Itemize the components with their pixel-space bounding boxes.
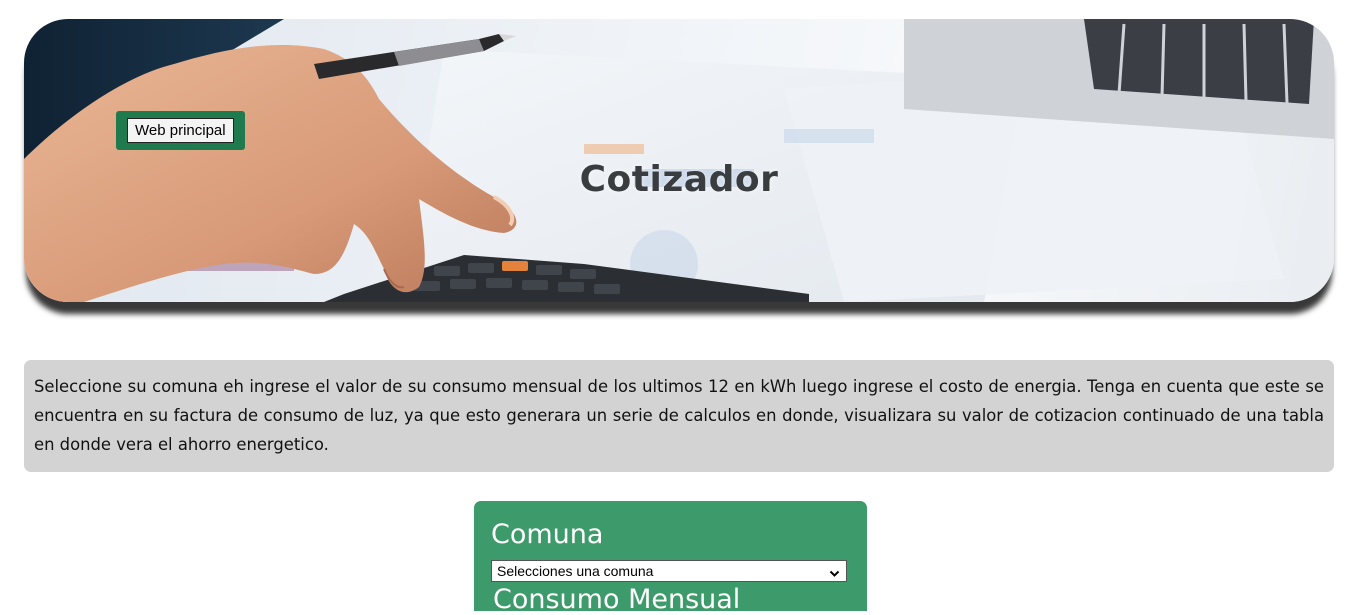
- nav-container: Web principal: [116, 111, 245, 150]
- chevron-down-icon: [829, 566, 840, 577]
- page-title: Cotizador: [579, 159, 779, 200]
- comuna-label: Comuna: [491, 519, 604, 550]
- consumo-mensual-label: Consumo Mensual: [493, 584, 741, 615]
- web-principal-button[interactable]: Web principal: [127, 118, 234, 143]
- instructions-panel: Seleccione su comuna eh ingrese el valor…: [24, 360, 1334, 472]
- hero-banner: Web principal Cotizador: [24, 19, 1334, 302]
- instructions-text: Seleccione su comuna eh ingrese el valor…: [34, 377, 1324, 454]
- comuna-select-value: Selecciones una comuna: [497, 563, 654, 579]
- comuna-select[interactable]: Selecciones una comuna: [491, 560, 847, 582]
